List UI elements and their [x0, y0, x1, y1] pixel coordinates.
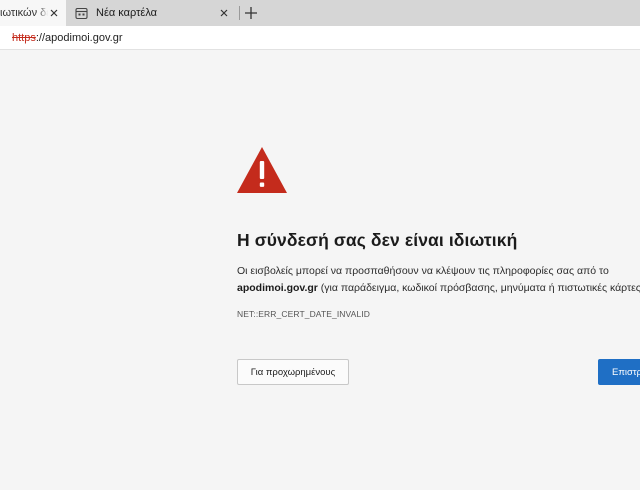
- error-code: NET::ERR_CERT_DATE_INVALID: [237, 309, 370, 319]
- address-bar[interactable]: https://apodimoi.gov.gr: [0, 26, 640, 50]
- tab-separator: [239, 6, 240, 20]
- go-back-button[interactable]: Επιστρ: [598, 359, 640, 385]
- url-separator: ://: [35, 32, 46, 44]
- close-icon[interactable]: [218, 7, 230, 19]
- warning-triangle-icon: [237, 147, 287, 193]
- url-host: apodimoi.gov.gr: [45, 32, 123, 44]
- tab-active[interactable]: ιωτικών δε: [0, 0, 66, 26]
- description-rest: (για παράδειγμα, κωδικοί πρόσβασης, μηνύ…: [317, 282, 640, 294]
- error-page: Η σύνδεσή σας δεν είναι ιδιωτική Οι εισβ…: [0, 50, 640, 490]
- description-line-2: apodimoi.gov.gr (για παράδειγμα, κωδικοί…: [237, 282, 640, 294]
- plus-icon[interactable]: [243, 5, 259, 21]
- description-host: apodimoi.gov.gr: [237, 282, 318, 294]
- tab-strip: ιωτικών δε Νέα καρτέλα: [0, 0, 640, 26]
- advanced-button[interactable]: Για προχωρημένους: [237, 359, 349, 385]
- tab-new-tab[interactable]: Νέα καρτέλα: [66, 0, 238, 26]
- url-scheme: https: [12, 32, 36, 44]
- url-text[interactable]: https://apodimoi.gov.gr: [12, 32, 122, 44]
- new-tab-page-icon: [75, 7, 88, 19]
- description-line-1: Οι εισβολείς μπορεί να προσπαθήσουν να κ…: [237, 265, 609, 277]
- close-icon[interactable]: [48, 7, 60, 19]
- tab-active-label: ιωτικών δε: [0, 7, 48, 19]
- tab-new-tab-label: Νέα καρτέλα: [96, 7, 158, 19]
- page-title: Η σύνδεσή σας δεν είναι ιδιωτική: [237, 230, 518, 250]
